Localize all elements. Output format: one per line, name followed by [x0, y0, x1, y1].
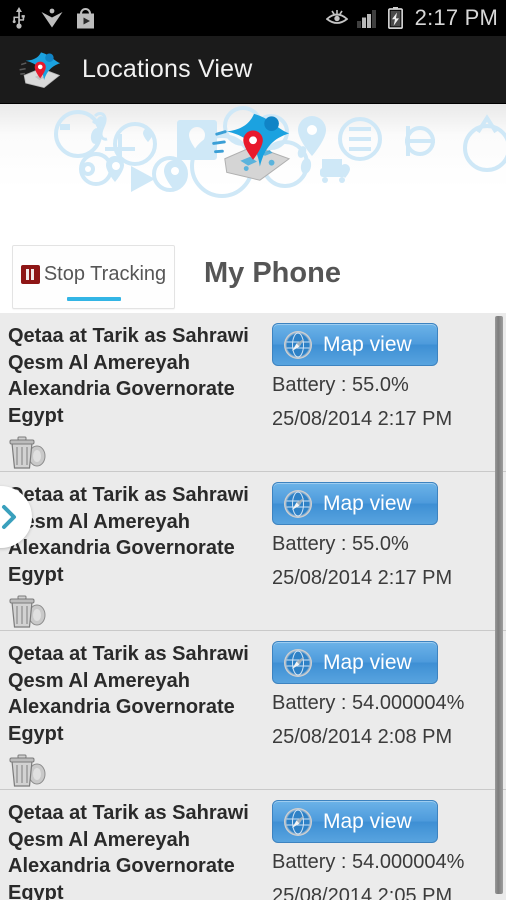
map-view-button[interactable]: Map view	[272, 482, 438, 525]
trash-bin-icon[interactable]	[8, 594, 48, 630]
status-bar: 2:17 PM	[0, 0, 506, 36]
address-line: Egypt	[8, 563, 64, 586]
trash-bin-icon[interactable]	[8, 753, 48, 789]
chevron-right-icon	[2, 505, 16, 529]
compass-globe-icon	[284, 330, 312, 359]
timestamp: 25/08/2014 2:05 PM	[272, 885, 453, 900]
map-pin-person-logo-icon[interactable]	[18, 47, 64, 93]
row-address-block: Qetaa at Tarik as Sahrawi Qesm Al Amerey…	[0, 631, 272, 789]
battery-charging-icon	[387, 7, 403, 29]
address-line: Qetaa at Tarik as Sahrawi	[8, 643, 249, 665]
tab-selected-indicator	[66, 297, 121, 301]
status-bar-clock: 2:17 PM	[414, 5, 498, 30]
table-row[interactable]: Qetaa at Tarik as Sahrawi Qesm Al Amerey…	[0, 790, 506, 900]
address-line: Qesm Al Amereyah	[8, 669, 190, 692]
map-view-button[interactable]: Map view	[272, 323, 438, 366]
section-heading: My Phone	[204, 257, 341, 289]
compass-globe-icon	[284, 648, 312, 677]
address-line: Qetaa at Tarik as Sahrawi	[8, 802, 249, 824]
trash-bin-icon[interactable]	[8, 435, 48, 471]
signal-bars-icon	[356, 10, 376, 28]
app-notification-icon	[41, 8, 63, 27]
tab-strip: Stop Tracking My Phone	[0, 245, 506, 317]
banner-map-pin-person-logo	[212, 113, 291, 181]
compass-globe-icon	[284, 807, 312, 836]
tab-stop-tracking[interactable]: Stop Tracking	[12, 245, 175, 309]
row-detail-block: Map view Battery : 54.000004% 25/08/2014…	[272, 631, 464, 789]
battery-status: Battery : 54.000004%	[272, 692, 465, 714]
row-address-block: Qetaa at Tarik as Sahrawi Qesm Al Amerey…	[0, 790, 272, 900]
map-view-button[interactable]: Map view	[272, 641, 438, 684]
status-bar-left-icons	[10, 7, 95, 29]
address-line: Egypt	[8, 404, 64, 427]
map-view-label: Map view	[323, 809, 412, 833]
tab-stop-tracking-content: Stop Tracking	[20, 262, 167, 286]
timestamp: 25/08/2014 2:17 PM	[272, 567, 453, 589]
list-scrollbar[interactable]	[495, 316, 503, 894]
compass-globe-icon	[284, 489, 312, 518]
address-line: Egypt	[8, 881, 64, 900]
timestamp: 25/08/2014 2:17 PM	[272, 408, 453, 430]
map-view-label: Map view	[323, 491, 412, 515]
address-line: Alexandria Governorate	[8, 855, 235, 877]
map-view-button[interactable]: Map view	[272, 800, 438, 843]
eye-icon	[325, 10, 348, 24]
battery-status: Battery : 55.0%	[272, 533, 409, 555]
page-title: Locations View	[82, 55, 253, 83]
address-line: Alexandria Governorate	[8, 537, 235, 559]
locations-list[interactable]: Qetaa at Tarik as Sahrawi Qesm Al Amerey…	[0, 313, 506, 900]
address-line: Alexandria Governorate	[8, 378, 235, 400]
row-detail-block: Map view Battery : 55.0% 25/08/2014 2:17…	[272, 313, 452, 471]
usb-icon	[12, 7, 25, 29]
map-view-label: Map view	[323, 332, 412, 356]
row-detail-block: Map view Battery : 55.0% 25/08/2014 2:17…	[272, 472, 452, 630]
address-line: Qesm Al Amereyah	[8, 510, 190, 533]
timestamp: 25/08/2014 2:08 PM	[272, 726, 453, 748]
address-line: Qetaa at Tarik as Sahrawi	[8, 484, 249, 506]
app-root: 2:17 PM Locations View Stop Tracking My …	[0, 0, 506, 900]
battery-status: Battery : 54.000004%	[272, 851, 465, 873]
row-address-block: Qetaa at Tarik as Sahrawi Qesm Al Amerey…	[0, 472, 272, 630]
table-row[interactable]: Qetaa at Tarik as Sahrawi Qesm Al Amerey…	[0, 631, 506, 790]
banner	[0, 104, 506, 245]
pause-icon	[20, 264, 40, 284]
tab-stop-tracking-label: Stop Tracking	[43, 262, 167, 285]
row-detail-block: Map view Battery : 54.000004% 25/08/2014…	[272, 790, 464, 900]
play-store-icon	[77, 7, 94, 28]
status-bar-right-icons: 2:17 PM	[325, 5, 498, 31]
address-line: Qesm Al Amereyah	[8, 351, 190, 374]
address-line: Alexandria Governorate	[8, 696, 235, 718]
address-line: Qesm Al Amereyah	[8, 828, 190, 851]
battery-status: Battery : 55.0%	[272, 374, 409, 396]
row-address-block: Qetaa at Tarik as Sahrawi Qesm Al Amerey…	[0, 313, 272, 471]
address-line: Qetaa at Tarik as Sahrawi	[8, 325, 249, 347]
table-row[interactable]: Qetaa at Tarik as Sahrawi Qesm Al Amerey…	[0, 472, 506, 631]
table-row[interactable]: Qetaa at Tarik as Sahrawi Qesm Al Amerey…	[0, 313, 506, 472]
map-view-label: Map view	[323, 650, 412, 674]
address-line: Egypt	[8, 722, 64, 745]
action-bar: Locations View	[0, 36, 506, 104]
